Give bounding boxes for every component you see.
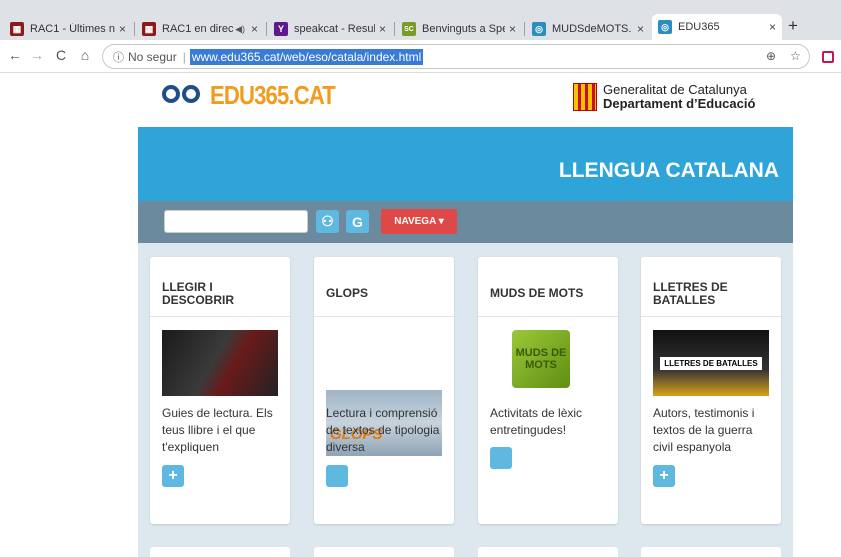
cards-area: LLEGIR I DESCOBRIR Guies de lectura. Els… xyxy=(138,243,793,557)
card-next-row xyxy=(641,547,781,557)
reload-button[interactable]: C xyxy=(52,47,70,63)
tab-close-icon[interactable]: × xyxy=(119,22,126,36)
tab-title: MUDSdeMOTS. Activ xyxy=(552,23,633,35)
card-lletres-de-batalles: LLETRES DE BATALLES LLETRES DE BATALLES … xyxy=(641,257,781,524)
card-next-row xyxy=(314,547,454,557)
tab-title: Benvinguts a SpeakC xyxy=(422,23,505,35)
tab-title: RAC1 - Últimes notíc xyxy=(30,23,115,35)
catalan-flag-icon xyxy=(573,83,597,111)
edu365-logo[interactable]: EDU365.CAT xyxy=(160,79,357,113)
extension-icon[interactable] xyxy=(822,51,834,63)
card-title: GLOPS xyxy=(314,257,454,317)
section-title: LLENGUA CATALANA xyxy=(558,159,779,182)
tab-speakcat[interactable]: SC Benvinguts a SpeakC × xyxy=(396,18,522,40)
tab-rac1-noticies[interactable]: ▦ RAC1 - Últimes notíc × xyxy=(4,18,132,40)
browser-toolbar: ← → C ⌂ ⓘ No segur | www.edu365.cat/web/… xyxy=(0,40,841,73)
card-description: Guies de lectura. Els teus llibre i el q… xyxy=(162,406,273,454)
tab-separator xyxy=(134,22,135,36)
section-banner: LLENGUA CATALANA xyxy=(138,127,793,201)
gencat-line2: Departament d’Educació xyxy=(603,96,756,111)
speakcat-favicon-icon: SC xyxy=(402,22,416,36)
card-description: Lectura i comprensió de textos de tipolo… xyxy=(326,406,440,454)
google-search-icon[interactable]: G xyxy=(346,210,369,233)
card-next-row xyxy=(478,547,618,557)
edu365-favicon-icon: ◎ xyxy=(532,22,546,36)
card-title: LLETRES DE BATALLES xyxy=(641,257,781,317)
edu365-favicon-icon: ◎ xyxy=(658,20,672,34)
tab-strip: ▦ RAC1 - Últimes notíc × ▦ RAC1 en direc… xyxy=(0,0,841,40)
card-description: Activitats de lèxic entretingudes! xyxy=(490,406,583,437)
card-title: LLEGIR I DESCOBRIR xyxy=(150,257,290,317)
expand-button[interactable]: + xyxy=(162,465,184,487)
expand-button[interactable]: + xyxy=(653,465,675,487)
tab-mudsdemots[interactable]: ◎ MUDSdeMOTS. Activ × xyxy=(526,18,650,40)
tab-rac1-directe[interactable]: ▦ RAC1 en directe ◀) × xyxy=(136,18,264,40)
owl-icon xyxy=(160,79,206,113)
site-navbar: ⚇ G NAVEGA ▾ xyxy=(138,201,793,243)
tab-title: RAC1 en directe xyxy=(162,23,234,35)
card-next-row xyxy=(150,547,290,557)
rac1-favicon-icon: ▦ xyxy=(10,22,24,36)
audio-playing-icon[interactable]: ◀) xyxy=(235,24,245,35)
image-caption: LLETRES DE BATALLES xyxy=(660,356,762,370)
card-image[interactable] xyxy=(162,330,278,396)
home-button[interactable]: ⌂ xyxy=(76,47,94,63)
info-icon[interactable]: ⓘ xyxy=(113,49,124,65)
logo-text: EDU365.CAT xyxy=(210,79,336,110)
forward-button[interactable]: → xyxy=(28,47,46,63)
tab-edu365[interactable]: ◎ EDU365 × xyxy=(652,14,782,40)
tab-close-icon[interactable]: × xyxy=(379,22,386,36)
tab-speakcat-results[interactable]: Y speakcat - Resultado × xyxy=(268,18,392,40)
back-button[interactable]: ← xyxy=(6,47,24,63)
tab-separator xyxy=(266,22,267,36)
card-title: MUDS DE MOTS xyxy=(478,257,618,317)
zoom-icon[interactable]: ⊕ xyxy=(766,49,776,63)
card-image[interactable]: MUDS DE MOTS xyxy=(512,330,570,388)
expand-button[interactable] xyxy=(326,465,348,487)
tab-close-icon[interactable]: × xyxy=(251,22,258,36)
security-status[interactable]: No segur xyxy=(128,50,177,64)
card-glops: GLOPS GLOPS Lectura i comprensió de text… xyxy=(314,257,454,524)
url-text[interactable]: www.edu365.cat/web/eso/catala/index.html xyxy=(189,48,424,65)
omnibox-separator: | xyxy=(182,49,186,64)
gencat-line1: Generalitat de Catalunya xyxy=(603,82,747,97)
yahoo-favicon-icon: Y xyxy=(274,22,288,36)
tab-title: speakcat - Resultado xyxy=(294,23,375,35)
tab-close-icon[interactable]: × xyxy=(637,22,644,36)
expand-button[interactable] xyxy=(490,447,512,469)
gencat-logo[interactable]: Generalitat de Catalunya Departament d’E… xyxy=(573,83,755,111)
tab-title: EDU365 xyxy=(678,21,720,33)
navega-dropdown-button[interactable]: NAVEGA ▾ xyxy=(381,209,457,234)
page-content: EDU365.CAT Generalitat de Catalunya Depa… xyxy=(0,73,841,557)
card-llegir-i-descobrir: LLEGIR I DESCOBRIR Guies de lectura. Els… xyxy=(150,257,290,524)
card-description: Autors, testimonis i textos de la guerra… xyxy=(653,406,755,454)
rac1-favicon-icon: ▦ xyxy=(142,22,156,36)
tab-close-icon[interactable]: × xyxy=(509,22,516,36)
tab-separator xyxy=(394,22,395,36)
tab-separator xyxy=(524,22,525,36)
tab-close-icon[interactable]: × xyxy=(769,20,776,34)
bookmark-star-icon[interactable]: ☆ xyxy=(790,49,801,63)
card-image[interactable]: LLETRES DE BATALLES xyxy=(653,330,769,396)
card-muds-de-mots: MUDS DE MOTS MUDS DE MOTS Activitats de … xyxy=(478,257,618,524)
search-input[interactable] xyxy=(164,210,308,233)
people-icon[interactable]: ⚇ xyxy=(316,210,339,233)
address-bar[interactable]: ⓘ No segur | www.edu365.cat/web/eso/cata… xyxy=(102,44,810,69)
new-tab-button[interactable]: + xyxy=(788,16,798,36)
